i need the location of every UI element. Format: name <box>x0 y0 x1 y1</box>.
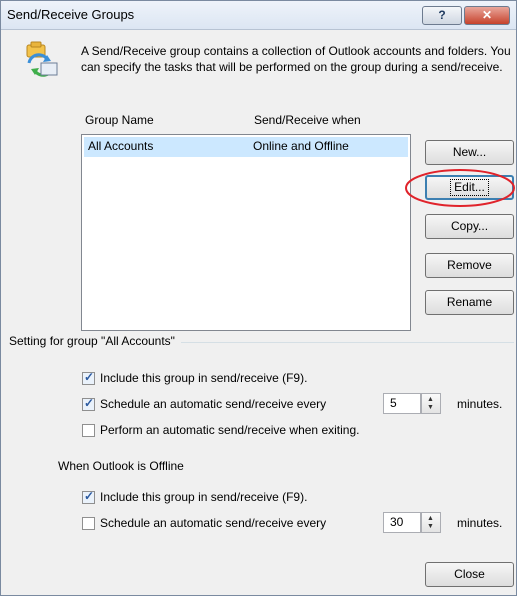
list-item[interactable]: All Accounts Online and Offline <box>84 137 408 157</box>
perform-on-exit-checkbox[interactable] <box>82 424 95 437</box>
schedule-online-label: Schedule an automatic send/receive every <box>100 397 327 411</box>
schedule-offline-spinner[interactable]: ▲ ▼ <box>421 512 441 533</box>
spin-up-icon: ▲ <box>427 515 434 522</box>
spin-down-icon: ▼ <box>427 523 434 530</box>
groups-list[interactable]: All Accounts Online and Offline <box>81 134 411 331</box>
close-window-button[interactable]: ✕ <box>464 6 510 25</box>
window-title: Send/Receive Groups <box>7 7 135 22</box>
spin-down-icon: ▼ <box>427 404 434 411</box>
schedule-offline-checkbox[interactable] <box>82 517 95 530</box>
schedule-online-checkbox[interactable] <box>82 396 95 411</box>
copy-button[interactable]: Copy... <box>425 214 514 239</box>
schedule-offline-unit: minutes. <box>457 516 503 530</box>
title-bar: Send/Receive Groups ? ✕ <box>1 1 516 30</box>
schedule-online-spinner[interactable]: ▲ ▼ <box>421 393 441 414</box>
include-offline-checkbox[interactable] <box>82 489 95 504</box>
group-settings-label: Setting for group "All Accounts" <box>9 334 181 348</box>
include-online-label: Include this group in send/receive (F9). <box>100 371 308 385</box>
remove-button[interactable]: Remove <box>425 253 514 278</box>
schedule-offline-label: Schedule an automatic send/receive every <box>100 516 327 530</box>
close-button[interactable]: Close <box>425 562 514 587</box>
send-receive-when-cell: Online and Offline <box>253 139 349 153</box>
group-name-cell: All Accounts <box>88 139 154 153</box>
perform-on-exit-label: Perform an automatic send/receive when e… <box>100 423 360 437</box>
spin-up-icon: ▲ <box>427 396 434 403</box>
info-description: A Send/Receive group contains a collecti… <box>81 44 511 74</box>
column-header-group-name[interactable]: Group Name <box>85 113 154 127</box>
offline-heading: When Outlook is Offline <box>58 459 184 473</box>
schedule-online-minutes-input[interactable]: 5 <box>383 393 421 414</box>
include-online-checkbox[interactable] <box>82 370 95 385</box>
help-button[interactable]: ? <box>422 6 462 25</box>
rename-button[interactable]: Rename <box>425 290 514 315</box>
schedule-online-unit: minutes. <box>457 397 503 411</box>
include-offline-label: Include this group in send/receive (F9). <box>100 490 308 504</box>
send-receive-groups-dialog: Send/Receive Groups ? ✕ A Send/Receive g… <box>0 0 517 596</box>
new-button[interactable]: New... <box>425 140 514 165</box>
close-icon: ✕ <box>481 8 493 22</box>
schedule-offline-minutes-input[interactable]: 30 <box>383 512 421 533</box>
help-icon: ? <box>438 8 446 22</box>
highlight-circle <box>405 169 515 207</box>
send-receive-icon <box>26 41 58 77</box>
column-header-send-receive-when[interactable]: Send/Receive when <box>254 113 361 127</box>
